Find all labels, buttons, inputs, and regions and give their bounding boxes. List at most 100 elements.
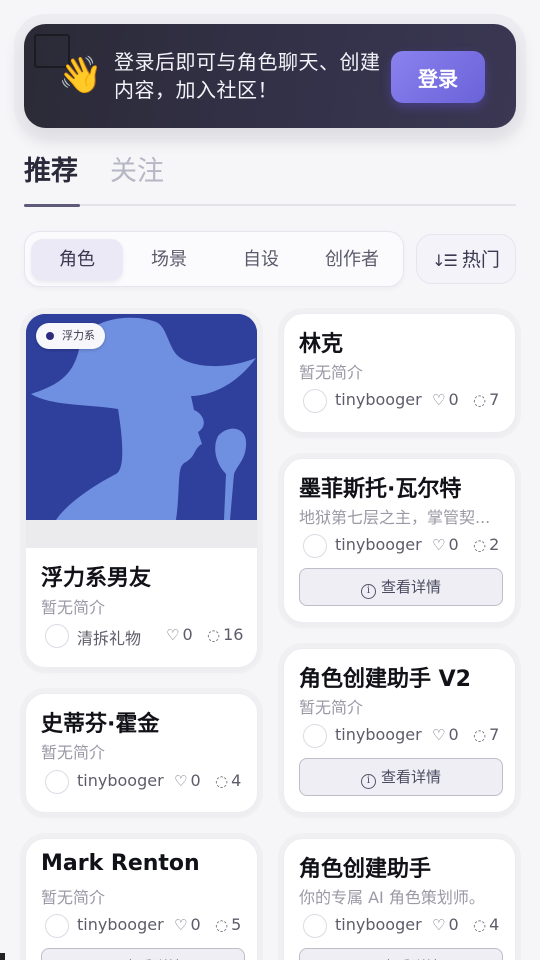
comment-icon: ◌	[207, 626, 221, 644]
badge-dot-icon	[46, 332, 54, 340]
tabs-divider	[24, 204, 516, 206]
author-name[interactable]: tinybooger	[77, 771, 164, 790]
info-icon: i	[360, 584, 376, 599]
author-name[interactable]: 清拆礼物	[77, 625, 141, 649]
card-description: 暂无简介	[41, 743, 106, 762]
likes-count[interactable]: ♡ 0	[174, 915, 201, 934]
view-details-button[interactable]: i查看详情	[299, 948, 503, 960]
view-details-label: 查看详情	[380, 578, 441, 596]
login-banner: 👋 登录后即可与角色聊天、创建内容，加入社区！ 登录	[24, 24, 516, 128]
comment-icon: ◌	[473, 391, 487, 409]
card-description: 暂无简介	[299, 698, 364, 717]
character-card[interactable]: 角色创建助手 你的专属 AI 角色策划师。 tinybooger ♡0 ◌4 i…	[283, 838, 516, 960]
card-description: 地狱第七层之主，掌管契...	[299, 508, 491, 527]
tab-recommended[interactable]: 推荐	[24, 154, 78, 190]
card-title: 角色创建助手	[299, 857, 432, 882]
view-details-label: 查看详情	[380, 768, 441, 786]
view-details-button[interactable]: i查看详情	[41, 948, 245, 960]
character-image: 浮力系	[26, 314, 257, 548]
comments-count: ◌ 7	[473, 390, 499, 409]
comments-value: 16	[223, 625, 244, 644]
author-name[interactable]: tinybooger	[335, 915, 422, 934]
card-description: 暂无简介	[41, 598, 106, 617]
sort-label: 热门	[461, 249, 500, 271]
likes-count[interactable]: ♡ 0	[432, 535, 459, 554]
card-title: 墨菲斯托·瓦尔特	[299, 477, 462, 502]
comments-value: 5	[231, 915, 242, 934]
info-icon: i	[360, 774, 376, 789]
heart-icon: ♡	[432, 726, 446, 744]
character-card[interactable]: 角色创建助手 V2 暂无简介 tinybooger ♡ 0 ◌ 7 i 查看详情	[283, 648, 516, 813]
comment-icon: ◌	[473, 916, 487, 934]
heart-icon: ♡	[166, 626, 180, 644]
heart-icon: ♡	[432, 916, 446, 934]
card-title: 林克	[299, 332, 344, 357]
sort-descending-icon: ↓☰	[432, 251, 458, 270]
comments-count: ◌ 5	[215, 915, 241, 934]
comments-value: 7	[489, 725, 500, 744]
likes-count[interactable]: ♡ 0	[174, 771, 201, 790]
view-details-button[interactable]: i 查看详情	[299, 568, 503, 606]
card-meta: tinybooger ♡ 0 ◌ 7	[299, 389, 509, 413]
comments-count: ◌ 7	[473, 725, 499, 744]
comments-count: ◌ 16	[207, 625, 243, 644]
banner-message: 登录后即可与角色聊天、创建内容，加入社区！	[114, 50, 381, 102]
likes-count[interactable]: ♡ 0	[432, 390, 459, 409]
character-card[interactable]: 墨菲斯托·瓦尔特 地狱第七层之主，掌管契... tinybooger ♡ 0 ◌ 2…	[283, 458, 516, 623]
card-title: 角色创建助手 V2	[299, 667, 471, 692]
card-description: 暂无简介	[41, 888, 106, 907]
author-name[interactable]: tinybooger	[335, 725, 422, 744]
avatar	[303, 389, 327, 413]
comments-value: 2	[489, 535, 500, 554]
active-tab-indicator	[24, 204, 80, 207]
character-card[interactable]: 浮力系 浮力系男友 暂无简介 清拆礼物 ♡ 0 ◌ 16	[25, 313, 258, 668]
filter-character[interactable]: 角色	[31, 239, 123, 281]
waving-hand-icon: 👋	[58, 55, 103, 96]
comments-count: ◌ 4	[473, 915, 499, 934]
likes-value: 0	[448, 725, 459, 744]
avatar	[303, 914, 327, 938]
heart-icon: ♡	[432, 391, 446, 409]
likes-count[interactable]: ♡ 0	[432, 915, 459, 934]
card-title: 史蒂芬·霍金	[41, 712, 160, 737]
author-name[interactable]: tinybooger	[335, 390, 422, 409]
avatar	[303, 534, 327, 558]
corner-mark	[0, 953, 5, 960]
likes-value: 0	[190, 771, 201, 790]
character-card[interactable]: 林克 暂无简介 tinybooger ♡ 0 ◌ 7	[283, 313, 516, 433]
comment-icon: ◌	[215, 772, 229, 790]
author-name[interactable]: tinybooger	[77, 915, 164, 934]
card-meta: tinybooger ♡ 0 ◌ 4	[299, 914, 509, 938]
view-details-button[interactable]: i 查看详情	[299, 758, 503, 796]
card-description: 你的专属 AI 角色策划师。	[299, 888, 485, 907]
card-description: 暂无简介	[299, 363, 364, 382]
login-button[interactable]: 登录	[391, 51, 485, 103]
likes-value: 0	[190, 915, 201, 934]
comments-value: 4	[489, 915, 500, 934]
style-badge: 浮力系	[36, 323, 105, 349]
tab-following[interactable]: 关注	[110, 154, 164, 190]
filter-scene[interactable]: 场景	[123, 239, 215, 281]
card-title: Mark Renton	[41, 851, 200, 876]
character-card[interactable]: Mark Renton 暂无简介 tinybooger ♡0 ◌5 i查看详情	[25, 838, 258, 960]
card-meta: tinybooger ♡ 0 ◌ 5	[41, 914, 251, 938]
character-card[interactable]: 史蒂芬·霍金 暂无简介 tinybooger ♡ 0 ◌ 4	[25, 693, 258, 813]
comment-icon: ◌	[473, 726, 487, 744]
feed-tabs: 推荐 关注	[24, 150, 516, 208]
heart-icon: ♡	[432, 536, 446, 554]
badge-label: 浮力系	[62, 329, 95, 342]
comment-icon: ◌	[215, 916, 229, 934]
filter-creator[interactable]: 创作者	[306, 239, 398, 281]
comments-count: ◌ 4	[215, 771, 241, 790]
likes-count[interactable]: ♡ 0	[166, 625, 193, 644]
filter-persona[interactable]: 自设	[215, 239, 307, 281]
likes-value: 0	[448, 915, 459, 934]
likes-count[interactable]: ♡ 0	[432, 725, 459, 744]
card-meta: tinybooger ♡ 0 ◌ 7	[299, 724, 509, 748]
card-meta: tinybooger ♡ 0 ◌ 2	[299, 534, 509, 558]
avatar	[45, 914, 69, 938]
sort-button[interactable]: ↓☰ 热门	[416, 234, 516, 284]
comments-count: ◌ 2	[473, 535, 499, 554]
author-name[interactable]: tinybooger	[335, 535, 422, 554]
page: 👋 登录后即可与角色聊天、创建内容，加入社区！ 登录 推荐 关注 角色 场景 自…	[0, 0, 540, 960]
